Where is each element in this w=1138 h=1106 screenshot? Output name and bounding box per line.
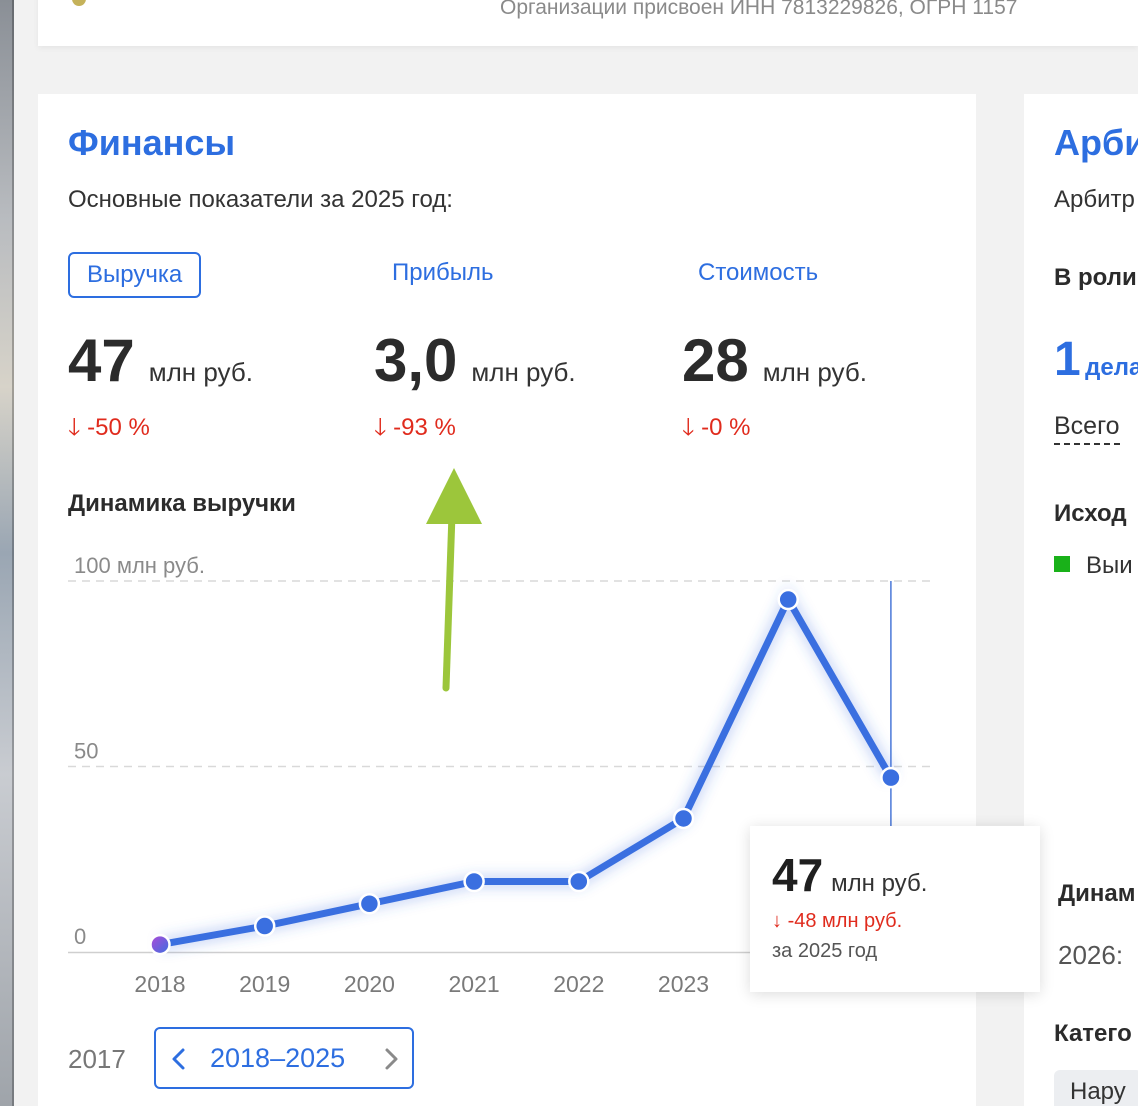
arrow-down-icon: ↓	[772, 910, 782, 932]
y-tick-label: 0	[74, 924, 86, 949]
annotation-arrow-icon	[426, 468, 482, 692]
status-icon	[72, 0, 86, 6]
arbitration-subtitle: Арбитр	[1054, 186, 1135, 213]
value-delta: 🡓 -0 %	[682, 410, 751, 451]
year-line: 2026:	[1058, 940, 1124, 970]
x-tick-label: 2021	[449, 971, 500, 997]
year-range-label: 2018–2025	[210, 1043, 346, 1073]
data-point[interactable]	[880, 766, 902, 789]
finance-title: Финансы	[68, 122, 236, 163]
tooltip-delta-value: -48 млн руб.	[787, 910, 903, 932]
legend-item-label: Выи	[1086, 552, 1133, 579]
data-point[interactable]	[463, 870, 485, 893]
revenue-metric: 47 млн руб.	[68, 326, 253, 395]
legend-swatch	[1054, 556, 1070, 572]
tab-profit[interactable]: Прибыль	[392, 252, 494, 298]
data-point[interactable]	[672, 807, 695, 830]
y-tick-label: 50	[74, 739, 98, 764]
arbitration-title: Арби	[1054, 122, 1138, 163]
data-point[interactable]	[777, 588, 799, 611]
data-point[interactable]	[358, 893, 381, 915]
chevron-right-icon[interactable]	[380, 1047, 402, 1071]
dynamics-label: Динам	[1058, 880, 1136, 907]
revenue-dynamics-title: Динамика выручки	[68, 490, 296, 517]
profit-delta: 🡓 -93 %	[374, 410, 456, 451]
outcomes-label: Исход	[1054, 500, 1127, 527]
value-delta-value: -0 %	[701, 414, 751, 441]
revenue-delta: 🡓 -50 %	[68, 410, 150, 451]
data-point[interactable]	[149, 933, 171, 956]
arbitration-card: Арби Арбитр В роли 1 дела Всего Исход Вы…	[1024, 94, 1138, 1106]
x-tick-label: 2019	[239, 971, 290, 997]
tooltip-value: 47 млн руб.	[772, 848, 927, 902]
tab-revenue[interactable]: Выручка	[68, 252, 202, 298]
tab-value[interactable]: Стоимость	[698, 252, 818, 298]
category-label: Катего	[1054, 1020, 1132, 1047]
value-metric: 28 млн руб.	[682, 326, 867, 395]
revenue-value: 47	[68, 327, 135, 394]
x-tick-label: 2023	[658, 971, 709, 997]
arrow-down-icon: 🡓	[682, 414, 695, 441]
x-tick-label: 2018	[134, 971, 185, 997]
case-count-word: дела	[1085, 354, 1138, 381]
case-count[interactable]: 1 дела	[1054, 332, 1138, 387]
profit-metric: 3,0 млн руб.	[374, 326, 576, 395]
tooltip-period: за 2025 год	[772, 940, 878, 962]
case-count-number: 1	[1054, 333, 1081, 386]
x-tick-label: 2020	[344, 971, 395, 997]
background-window-strip	[0, 0, 14, 1106]
profit-unit: млн руб.	[471, 357, 576, 387]
year-range-selector[interactable]: 2018–2025	[154, 1027, 414, 1089]
profit-value: 3,0	[374, 327, 458, 394]
profit-delta-value: -93 %	[393, 414, 456, 441]
finance-subtitle: Основные показатели за 2025 год:	[68, 186, 453, 213]
tooltip-value-unit: млн руб.	[831, 870, 928, 897]
chart-tooltip: 47 млн руб. ↓ -48 млн руб. за 2025 год	[750, 826, 1040, 992]
company-value-unit: млн руб.	[762, 357, 867, 387]
arrow-down-icon: 🡓	[374, 414, 387, 441]
role-label: В роли	[1054, 264, 1137, 291]
data-point[interactable]	[253, 915, 276, 937]
y-tick-label: 100 млн руб.	[74, 553, 205, 578]
tooltip-delta: ↓ -48 млн руб.	[772, 910, 902, 933]
revenue-delta-value: -50 %	[87, 414, 150, 441]
data-point[interactable]	[568, 870, 590, 893]
category-tag[interactable]: Нару	[1054, 1070, 1138, 1106]
total-link[interactable]: Всего	[1054, 412, 1120, 445]
tooltip-value-number: 47	[772, 849, 824, 901]
x-tick-label: 2022	[553, 971, 604, 997]
chevron-left-icon[interactable]	[168, 1047, 190, 1071]
inn-ogrn-text: Организации присвоен ИНН 7813229826, ОГР…	[500, 0, 1018, 19]
range-prev-year[interactable]: 2017	[68, 1044, 126, 1075]
company-value: 28	[682, 327, 749, 394]
arrow-down-icon: 🡓	[68, 414, 81, 441]
revenue-unit: млн руб.	[148, 357, 253, 387]
company-header-card: Организации присвоен ИНН 7813229826, ОГР…	[38, 0, 1138, 46]
